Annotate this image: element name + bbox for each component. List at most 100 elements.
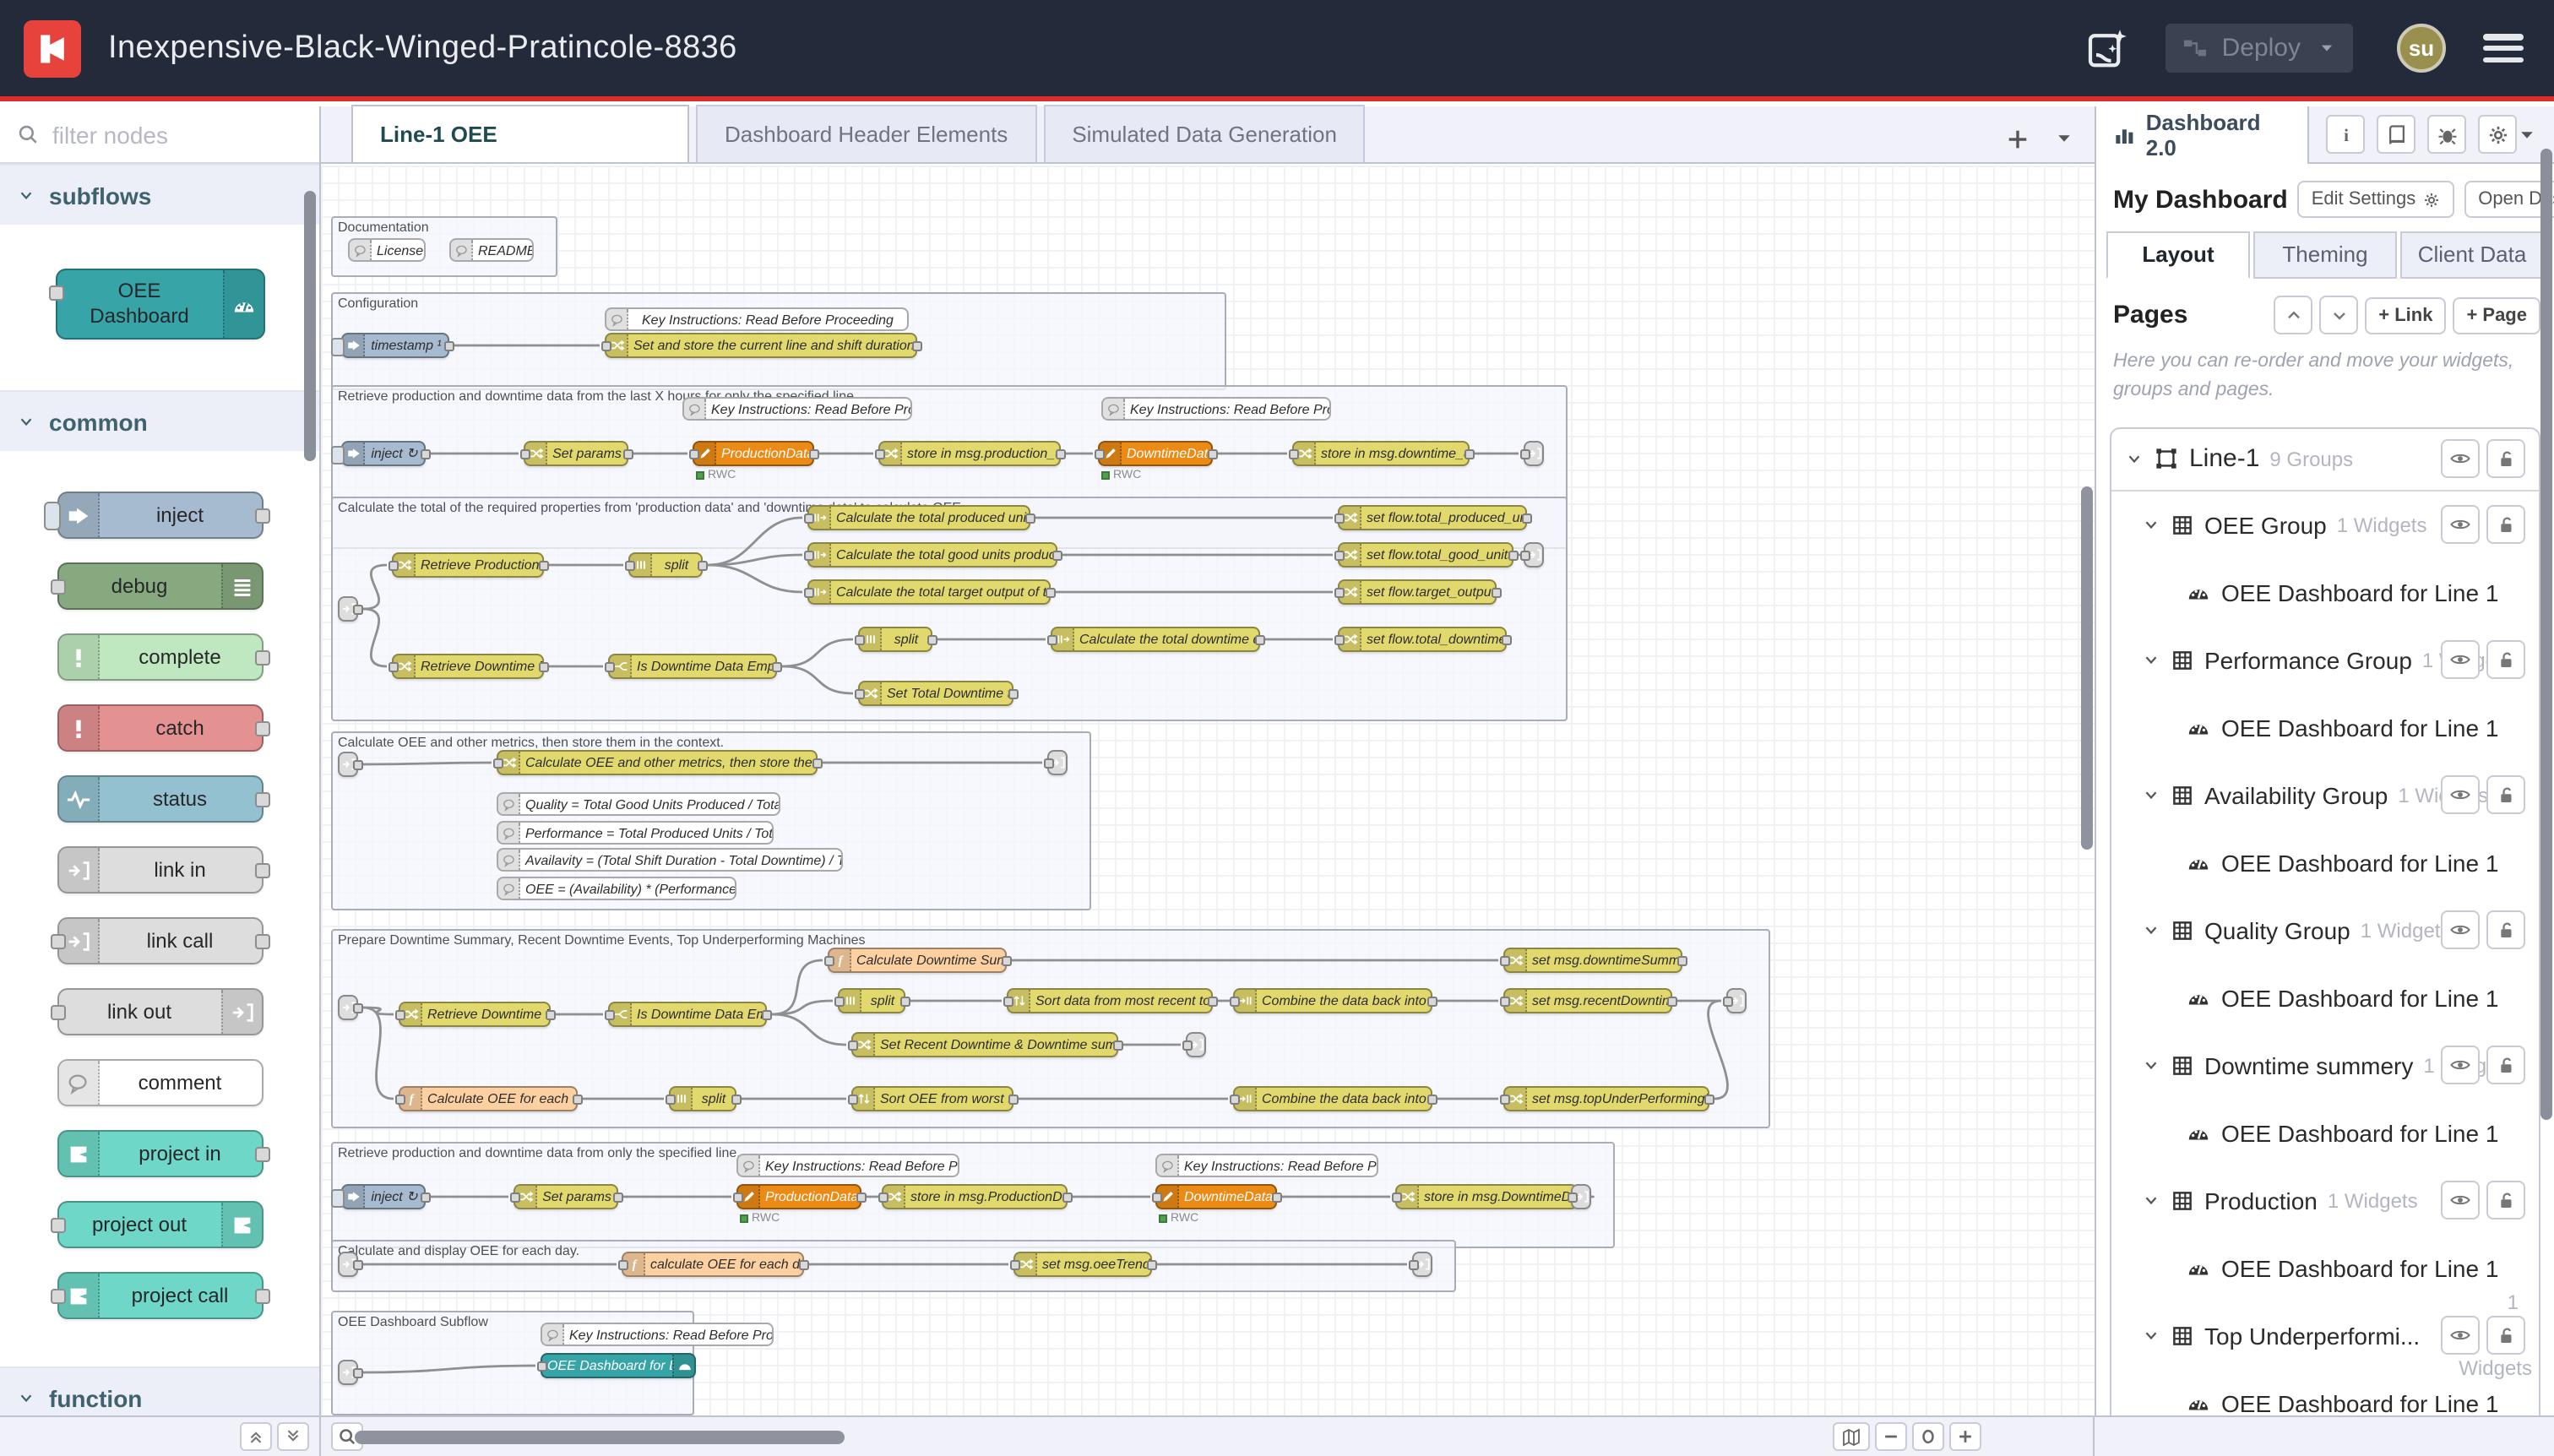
- tab-theming[interactable]: Theming: [2253, 231, 2397, 279]
- flow-node-inject[interactable]: inject ↻: [341, 1184, 426, 1209]
- input-port[interactable]: [1094, 449, 1104, 459]
- flow-node-db[interactable]: ProductionData: [693, 441, 814, 466]
- flow-node-linkout[interactable]: [1412, 1252, 1432, 1277]
- output-port[interactable]: [1508, 551, 1518, 561]
- input-port[interactable]: [1046, 635, 1057, 645]
- tree-group-row[interactable]: Downtime summery1 Widgets: [2111, 1031, 2539, 1099]
- output-port[interactable]: [352, 1260, 362, 1270]
- flow-node-linkout[interactable]: [1186, 1032, 1206, 1057]
- output-port[interactable]: [1426, 997, 1437, 1007]
- palette-search[interactable]: filter nodes: [0, 106, 319, 164]
- input-port[interactable]: [847, 1095, 857, 1105]
- tab-dashboard-header-elements[interactable]: Dashboard Header Elements: [696, 105, 1036, 162]
- avatar[interactable]: su: [2397, 24, 2446, 73]
- input-port[interactable]: [604, 662, 614, 672]
- deploy-button[interactable]: Deploy: [2166, 24, 2353, 73]
- tab-line-1-oee[interactable]: Line-1 OEE: [351, 105, 689, 162]
- flow-node-change[interactable]: Retrieve Downtime Data: [392, 654, 544, 679]
- flow-node-change[interactable]: set msg.oeeTrend: [1013, 1252, 1152, 1277]
- lock-button[interactable]: [2486, 439, 2525, 478]
- palette-expand-button[interactable]: [277, 1422, 309, 1451]
- output-port[interactable]: [538, 662, 548, 672]
- flow-node-comment[interactable]: Key Instructions: Read Before Proceeding: [605, 307, 909, 331]
- input-port[interactable]: [854, 635, 864, 645]
- input-port[interactable]: [1334, 551, 1344, 561]
- input-port[interactable]: [1229, 1095, 1239, 1105]
- wire[interactable]: [708, 555, 802, 565]
- input-port[interactable]: [823, 956, 834, 966]
- visibility-eye-button[interactable]: [2441, 775, 2480, 814]
- input-port[interactable]: [1499, 956, 1509, 966]
- input-port[interactable]: [874, 449, 884, 459]
- debug-bug-button[interactable]: [2427, 115, 2466, 154]
- flow-node-comment[interactable]: Availavity = (Total Shift Duration - Tot…: [497, 848, 843, 872]
- palette-category-common[interactable]: common: [0, 390, 319, 451]
- flow-node-change[interactable]: Retrieve Production Data: [392, 552, 544, 578]
- output-port[interactable]: [798, 1260, 808, 1270]
- input-port[interactable]: [1334, 513, 1344, 524]
- output-port[interactable]: [812, 758, 822, 769]
- lock-button[interactable]: [2486, 640, 2525, 679]
- flow-node-change[interactable]: store in msg.production_data: [878, 441, 1061, 466]
- flow-node-linkin[interactable]: [338, 752, 358, 777]
- flow-node-change[interactable]: set msg.recentDowntime: [1503, 988, 1672, 1013]
- output-port[interactable]: [545, 1010, 555, 1020]
- input-port[interactable]: [1334, 588, 1344, 598]
- tree-group-row[interactable]: Availability Group1 Widgets: [2111, 761, 2539, 829]
- input-port[interactable]: [1229, 997, 1239, 1007]
- main-menu-icon[interactable]: [2483, 34, 2524, 62]
- flow-node-change[interactable]: store in msg.downtime_data: [1292, 441, 1470, 466]
- flow-node-linkin[interactable]: [338, 1360, 358, 1385]
- inject-button[interactable]: [331, 338, 345, 356]
- flow-node-sort[interactable]: Sort OEE from worst to best: [851, 1086, 1013, 1111]
- input-port[interactable]: [536, 1361, 546, 1372]
- input-port[interactable]: [1288, 449, 1298, 459]
- tree-widget-row[interactable]: OEE Dashboard for Line 1: [2111, 829, 2539, 896]
- input-port[interactable]: [1182, 1040, 1192, 1051]
- flow-node-split[interactable]: split: [628, 552, 703, 578]
- flow-node-change[interactable]: store in msg.DowntimeData: [1395, 1184, 1578, 1209]
- input-port[interactable]: [1722, 997, 1732, 1007]
- collapse-all-button[interactable]: [2274, 296, 2312, 334]
- output-port[interactable]: [1666, 997, 1676, 1007]
- flow-node-comment[interactable]: Key Instructions: Read Before Proceeding: [1155, 1154, 1378, 1177]
- input-port[interactable]: [394, 1010, 405, 1020]
- inject-button[interactable]: [43, 502, 60, 530]
- lock-button[interactable]: [2486, 1316, 2525, 1355]
- input-port[interactable]: [1334, 635, 1344, 645]
- output-port[interactable]: [911, 341, 921, 351]
- input-port[interactable]: [1499, 997, 1509, 1007]
- wire[interactable]: [782, 639, 853, 666]
- input-port[interactable]: [519, 449, 530, 459]
- input-port[interactable]: [1567, 1193, 1577, 1203]
- palette-node-link-call[interactable]: link call: [57, 917, 263, 964]
- deploy-dropdown-icon[interactable]: [2318, 39, 2336, 57]
- output-port[interactable]: [1464, 449, 1474, 459]
- input-port[interactable]: [624, 561, 634, 571]
- output-port[interactable]: [1055, 449, 1065, 459]
- visibility-eye-button[interactable]: [2441, 1046, 2480, 1084]
- output-port[interactable]: [1045, 588, 1055, 598]
- flow-node-comment[interactable]: Performance = Total Produced Units / Tot…: [497, 821, 774, 845]
- flow-node-subflow[interactable]: OEE Dashboard for Line 1: [541, 1353, 696, 1378]
- wire[interactable]: [782, 666, 853, 693]
- output-port[interactable]: [1008, 1095, 1018, 1105]
- input-port[interactable]: [803, 551, 813, 561]
- flow-node-db[interactable]: DowntimeData: [1098, 441, 1213, 466]
- flow-node-linkin[interactable]: [338, 1252, 358, 1277]
- output-port[interactable]: [731, 1095, 741, 1105]
- output-port[interactable]: [352, 760, 362, 770]
- output-port[interactable]: [1062, 1193, 1072, 1203]
- output-port[interactable]: [254, 721, 269, 736]
- tree-widget-row[interactable]: OEE Dashboard for Line 1: [2111, 964, 2539, 1031]
- tree-widget-row[interactable]: OEE Dashboard for Line 1: [2111, 558, 2539, 626]
- palette-scrollbar[interactable]: [304, 191, 316, 461]
- palette-node-debug[interactable]: debug: [57, 562, 263, 610]
- flow-node-change[interactable]: Retrieve Downtime Data: [399, 1002, 551, 1027]
- input-port[interactable]: [48, 285, 63, 301]
- tree-page-row[interactable]: Line-19 Groups: [2111, 428, 2539, 489]
- input-port[interactable]: [1519, 449, 1530, 459]
- tree-widget-row[interactable]: OEE Dashboard for Line 1: [2111, 1369, 2539, 1415]
- flow-node-change[interactable]: Set Total Downtime to 0: [858, 681, 1013, 706]
- visibility-eye-button[interactable]: [2441, 1181, 2480, 1220]
